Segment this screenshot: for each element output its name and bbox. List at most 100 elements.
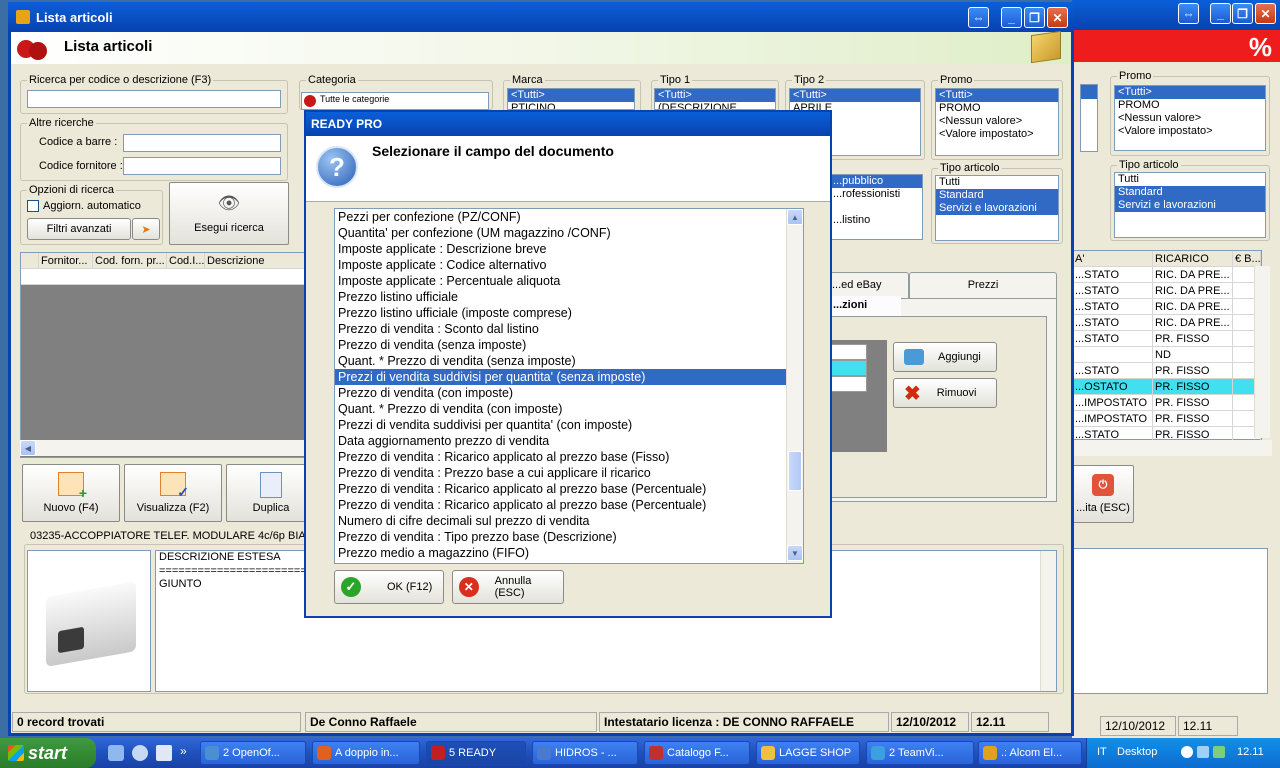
list-item[interactable]: <Nessun valore> [936, 115, 1058, 128]
field-list-item[interactable]: Prezzo di vendita : Ricarico applicato a… [335, 497, 803, 513]
quicklaunch-desktop-icon[interactable] [156, 745, 172, 761]
list-item[interactable]: <Tutti> [790, 89, 920, 102]
back-minimize-icon[interactable]: _ [1210, 3, 1231, 24]
duplicate-button[interactable]: Duplica [226, 464, 316, 522]
advanced-filters-button[interactable]: Filtri avanzati [27, 218, 131, 240]
close-icon[interactable]: ✕ [1047, 7, 1068, 28]
list-item[interactable]: ...rofessionisti [830, 188, 922, 201]
grid-hscrollbar[interactable]: ◀ [20, 440, 308, 456]
grid-header[interactable]: Fornitor... [39, 253, 93, 268]
taskbar-button[interactable]: .: Alcom El... [978, 741, 1082, 765]
tray-app-icon[interactable] [1213, 746, 1225, 758]
field-list-scrollbar[interactable]: ▲ ▼ [786, 209, 803, 563]
taskbar-button[interactable]: HIDROS - ... [532, 741, 638, 765]
quicklaunch-ie-icon[interactable] [108, 745, 124, 761]
field-list-item[interactable]: Quantita' per confezione (UM magazzino /… [335, 225, 803, 241]
field-list-item[interactable]: Prezzo di vendita (senza imposte) [335, 337, 803, 353]
scroll-down-icon[interactable]: ▼ [787, 545, 803, 561]
list-item[interactable]: Tutti [1115, 173, 1265, 186]
table-row[interactable]: ...STATO RIC. DA PRE... [1073, 299, 1261, 315]
table-row[interactable]: ...STATO PR. FISSO [1073, 331, 1261, 347]
description-scrollbar[interactable] [1040, 551, 1056, 691]
field-list-item[interactable]: Prezzo di vendita : Ricarico applicato a… [335, 481, 803, 497]
category-selected[interactable]: Tutte le categorie [302, 93, 488, 106]
list-item[interactable]: Servizi e lavorazioni [936, 202, 1058, 215]
table-row[interactable]: ...STATO PR. FISSO [1073, 363, 1261, 379]
back-text-area[interactable] [1072, 548, 1268, 694]
taskbar-button[interactable]: A doppio in... [312, 741, 420, 765]
search-input[interactable] [27, 90, 281, 108]
field-list-item[interactable]: Numero di cifre decimali sul prezzo di v… [335, 513, 803, 529]
list-item[interactable]: (DESCRIZIONE [655, 102, 775, 109]
grid-header[interactable]: Descrizione [205, 253, 305, 268]
table-row[interactable]: ...STATO RIC. DA PRE... [1073, 267, 1261, 283]
barcode-input[interactable] [123, 134, 281, 152]
view-button[interactable]: ✓ Visualizza (F2) [124, 464, 222, 522]
list-item[interactable]: <Tutti> [508, 89, 634, 102]
list-item[interactable]: Standard [936, 189, 1058, 202]
grid-header[interactable]: Cod.I... [167, 253, 205, 268]
table-row[interactable]: ...IMPOSTATO PR. FISSO [1073, 395, 1261, 411]
auto-update-checkbox[interactable] [27, 200, 39, 212]
type1-list[interactable]: <Tutti> (DESCRIZIONE [654, 88, 776, 110]
field-list-item[interactable]: Prezzo di vendita : Prezzo base a cui ap… [335, 465, 803, 481]
list-item[interactable]: <Tutti> [655, 89, 775, 102]
new-button[interactable]: + Nuovo (F4) [22, 464, 120, 522]
back-list-scroll[interactable] [1080, 84, 1098, 152]
field-list-item[interactable]: Prezzo di vendita : Ricarico applicato a… [335, 449, 803, 465]
field-list-item[interactable]: Data aggiornamento prezzo di vendita [335, 433, 803, 449]
scroll-left-icon[interactable]: ◀ [20, 440, 36, 456]
remove-button[interactable]: ✖ Rimuovi [893, 378, 997, 408]
list-item[interactable]: <Valore impostato> [936, 128, 1058, 141]
taskbar-button[interactable]: 2 TeamVi... [866, 741, 974, 765]
taskbar-button[interactable]: 2 OpenOf... [200, 741, 306, 765]
list-item[interactable]: <Tutti> [1115, 86, 1265, 99]
field-list-item[interactable]: Prezzo listino ufficiale [335, 289, 803, 305]
field-list-item[interactable]: Prezzi di vendita suddivisi per quantita… [335, 417, 803, 433]
add-button[interactable]: Aggiungi [893, 342, 997, 372]
field-list-item[interactable]: Imposte applicate : Codice alternativo [335, 257, 803, 273]
field-list-item[interactable]: Prezzo di vendita : Sconto dal listino [335, 321, 803, 337]
field-list-item[interactable]: Quant. * Prezzo di vendita (con imposte) [335, 401, 803, 417]
back-grid-scrollbar[interactable] [1254, 266, 1270, 438]
minimize-icon[interactable]: _ [1001, 7, 1022, 28]
taskbar-button[interactable]: 5 READY [426, 741, 526, 765]
taskbar-button[interactable]: Catalogo F... [644, 741, 750, 765]
grid-filter-row[interactable] [21, 269, 307, 285]
list-item[interactable]: PTICINO [508, 102, 634, 109]
field-list-item[interactable]: Prezzo di vendita : Tipo prezzo base (De… [335, 529, 803, 545]
field-list-item[interactable]: Prezzo di vendita (con imposte) [335, 385, 803, 401]
list-item[interactable]: <Nessun valore> [1115, 112, 1265, 125]
taskbar-button[interactable]: LAGGE SHOP [756, 741, 860, 765]
field-list-item[interactable]: Quant. * Prezzo di vendita (senza impost… [335, 353, 803, 369]
language-indicator[interactable]: IT [1097, 746, 1107, 758]
grid-header[interactable]: A' [1073, 251, 1153, 266]
table-row[interactable]: ...IMPOSTATO PR. FISSO [1073, 411, 1261, 427]
item-type-list[interactable]: Tutti Standard Servizi e lavorazioni [935, 175, 1059, 241]
start-button[interactable]: start [0, 738, 96, 768]
category-list[interactable]: Tutte le categorie [301, 92, 489, 110]
back-close-icon[interactable]: ✕ [1255, 3, 1276, 24]
list-item[interactable]: <Valore impostato> [1115, 125, 1265, 138]
maximize-icon[interactable]: ❐ [1024, 7, 1045, 28]
network-icon[interactable] [1197, 746, 1209, 758]
filter-arrow-icon[interactable]: ➤ [132, 218, 160, 240]
back-grid-hscroll[interactable] [1072, 440, 1272, 456]
scroll-thumb[interactable] [788, 451, 802, 491]
field-list-item[interactable]: Prezzo medio a magazzino (FIFO) [335, 545, 803, 561]
list-item[interactable]: <Tutti> [936, 89, 1058, 102]
tab-prezzi[interactable]: Prezzi [909, 272, 1057, 298]
price-list-list[interactable]: ...pubblico ...rofessionisti ...listino [829, 174, 923, 240]
field-list-item[interactable]: Imposte applicate : Descrizione breve [335, 241, 803, 257]
scroll-up-icon[interactable]: ▲ [787, 209, 803, 225]
grid-header[interactable]: Cod. forn. pr... [93, 253, 167, 268]
promo-list[interactable]: <Tutti> PROMO <Nessun valore> <Valore im… [935, 88, 1059, 156]
quicklaunch-more-icon[interactable]: » [180, 744, 187, 758]
list-item[interactable]: ...pubblico [830, 175, 922, 188]
list-item[interactable]: ...listino [830, 214, 922, 227]
quicklaunch-search-icon[interactable] [132, 745, 148, 761]
back-maximize-icon[interactable]: ❐ [1232, 3, 1253, 24]
back-promo-list[interactable]: <Tutti> PROMO <Nessun valore> <Valore im… [1114, 85, 1266, 151]
desktop-toolbar[interactable]: Desktop [1117, 746, 1157, 758]
field-list-item[interactable]: Imposte applicate : Percentuale aliquota [335, 273, 803, 289]
